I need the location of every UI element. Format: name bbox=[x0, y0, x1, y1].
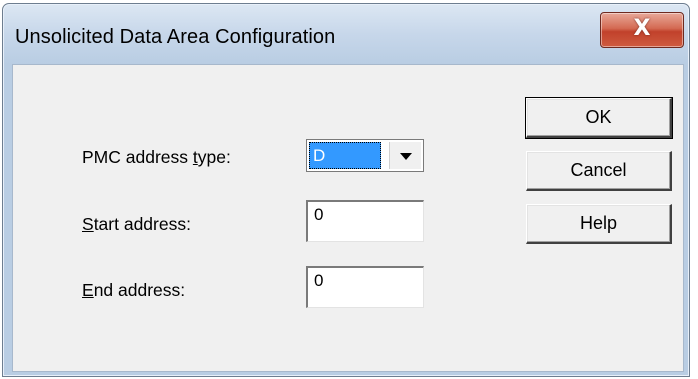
close-button[interactable]: X bbox=[600, 12, 684, 48]
pmc-address-type-value: D bbox=[309, 142, 381, 169]
dialog-window: Unsolicited Data Area Configuration X PM… bbox=[2, 3, 690, 377]
end-address-input[interactable]: 0 bbox=[306, 266, 424, 308]
end-address-label-post: nd address: bbox=[93, 280, 186, 300]
cancel-button[interactable]: Cancel bbox=[526, 151, 672, 191]
end-address-label: End address: bbox=[82, 280, 185, 301]
dialog-client-area: PMC address type: D Start address: 0 End… bbox=[12, 64, 684, 372]
pmc-address-type-label-post: ype: bbox=[197, 147, 231, 167]
start-address-label-accel: S bbox=[82, 214, 94, 234]
dialog-title: Unsolicited Data Area Configuration bbox=[15, 26, 336, 48]
chevron-down-icon[interactable] bbox=[389, 142, 421, 169]
close-icon: X bbox=[633, 16, 651, 41]
start-address-label-post: tart address: bbox=[93, 214, 191, 234]
pmc-address-type-label-pre: PMC address bbox=[82, 147, 193, 167]
help-button[interactable]: Help bbox=[526, 204, 672, 244]
pmc-address-type-label: PMC address type: bbox=[82, 147, 231, 168]
pmc-address-type-select[interactable]: D bbox=[306, 139, 424, 172]
ok-button[interactable]: OK bbox=[525, 97, 673, 139]
start-address-input[interactable]: 0 bbox=[306, 200, 424, 242]
start-address-label: Start address: bbox=[82, 214, 191, 235]
end-address-label-accel: E bbox=[82, 280, 94, 300]
